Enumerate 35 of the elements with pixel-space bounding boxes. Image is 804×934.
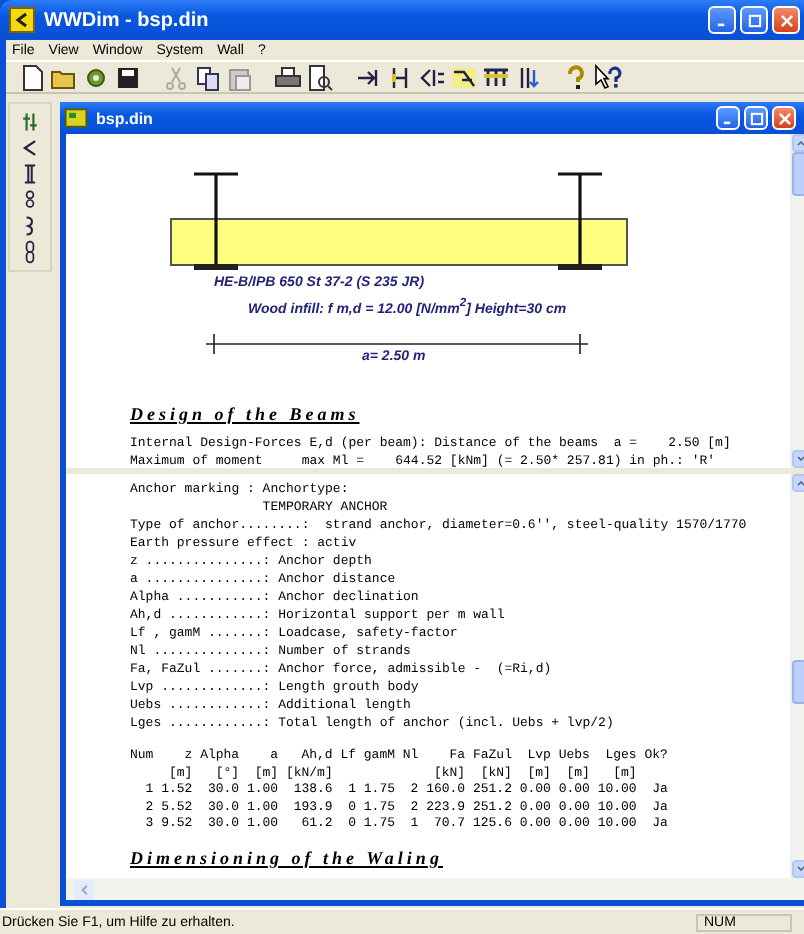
document-icon (64, 106, 88, 130)
scroll-down-icon (794, 452, 804, 466)
maximize-button[interactable] (744, 106, 768, 130)
scroll-down-icon (794, 862, 804, 876)
context-help-icon[interactable] (594, 63, 622, 91)
new-file-icon[interactable] (18, 63, 46, 91)
section-heading: Design of the Beams (130, 404, 360, 424)
print-preview-icon[interactable] (306, 63, 334, 91)
waling-tool-icon[interactable] (482, 63, 510, 91)
scroll-up-icon (794, 476, 804, 490)
document-title: bsp.din (96, 109, 155, 127)
print-icon[interactable] (274, 63, 302, 91)
minimize-button[interactable] (708, 6, 736, 34)
close-icon (777, 11, 795, 29)
maximize-button[interactable] (740, 6, 768, 34)
close-button[interactable] (772, 106, 796, 130)
app-icon (8, 6, 36, 34)
scroll-left-icon (74, 879, 94, 899)
close-icon (775, 109, 793, 127)
distance-tool-icon[interactable] (18, 110, 42, 134)
window-title: WWDim - bsp.din (44, 9, 211, 31)
vertical-scrollbar[interactable] (790, 134, 804, 468)
horizontal-scrollbar[interactable] (66, 878, 804, 900)
maximize-icon (745, 11, 763, 29)
vertical-scrollbar[interactable] (790, 474, 804, 878)
save-icon[interactable] (114, 63, 142, 91)
steel-beam (192, 172, 240, 270)
minimize-button[interactable] (716, 106, 740, 130)
close-button[interactable] (772, 6, 800, 34)
section-heading: Dimensioning of the Waling (130, 847, 443, 867)
steel-beam (556, 172, 604, 270)
copy-icon[interactable] (194, 63, 222, 91)
scroll-up-icon (794, 136, 804, 150)
maximize-icon (747, 109, 765, 127)
help-icon[interactable] (562, 63, 590, 91)
